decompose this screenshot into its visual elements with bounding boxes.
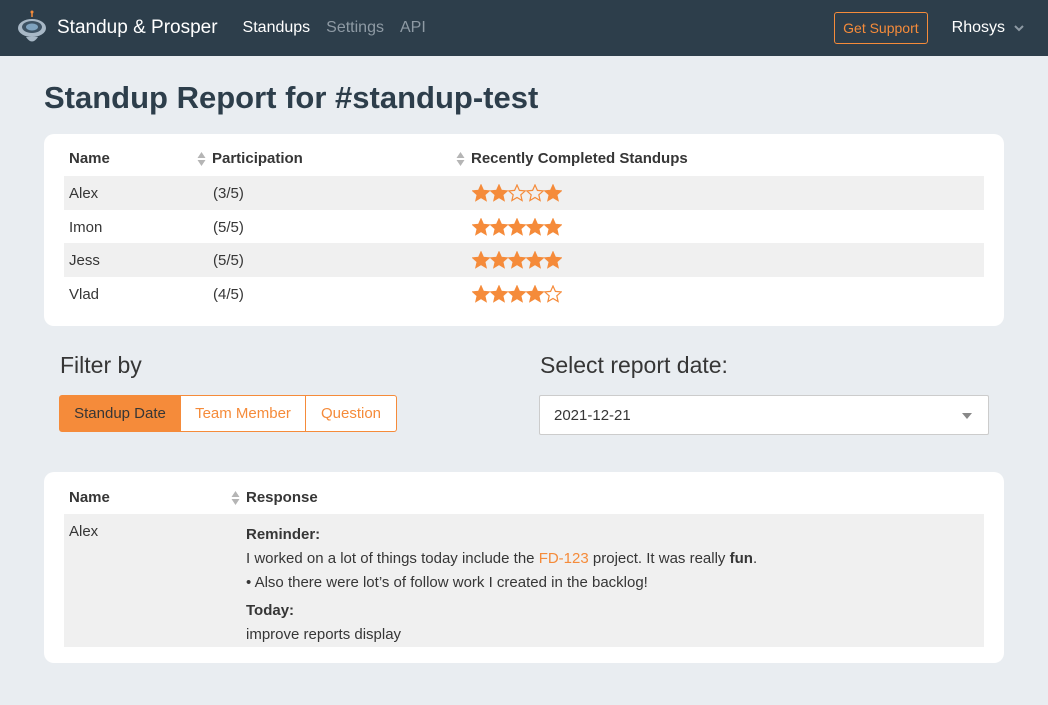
nav-settings[interactable]: Settings <box>326 19 384 37</box>
answer-text: improve reports display <box>246 626 402 643</box>
page-title: Standup Report for #standup-test <box>44 80 539 115</box>
star-filled-icon <box>544 184 562 202</box>
star-filled-icon <box>526 218 544 236</box>
ticket-link[interactable]: FD-123 <box>539 550 589 567</box>
robot-logo-icon <box>18 10 46 42</box>
header-label: Name <box>69 489 110 506</box>
column-header-response[interactable]: Response <box>231 489 318 506</box>
participation-value: (5/5) <box>213 219 244 236</box>
table-row: Vlad (4/5) <box>64 277 984 311</box>
answer-bullet: • Also there were lot’s of follow work I… <box>246 574 648 591</box>
star-filled-icon <box>526 285 544 303</box>
table-row: Imon (5/5) <box>64 210 984 244</box>
star-rating <box>472 285 562 303</box>
response-content: Reminder: I worked on a lot of things to… <box>246 523 757 647</box>
filter-by-label: Filter by <box>60 352 142 378</box>
star-filled-icon <box>544 251 562 269</box>
column-header-name[interactable]: Name <box>69 150 110 167</box>
star-filled-icon <box>472 218 490 236</box>
column-header-recent-standups[interactable]: Recently Completed Standups <box>456 150 688 167</box>
table-row: Jess (5/5) <box>64 243 984 277</box>
member-name: Alex <box>69 185 99 202</box>
answer-text-part: I worked on a lot of things today includ… <box>246 550 539 567</box>
get-support-button[interactable]: Get Support <box>834 12 928 44</box>
sort-icon <box>231 490 240 505</box>
star-rating <box>472 218 562 236</box>
user-name: Rhosys <box>951 19 1005 36</box>
star-filled-icon <box>508 251 526 269</box>
star-filled-icon <box>490 218 508 236</box>
star-filled-icon <box>544 218 562 236</box>
star-filled-icon <box>526 251 544 269</box>
table-row: Alex Reminder: I worked on a lot of thin… <box>64 514 984 647</box>
star-filled-icon <box>508 285 526 303</box>
brand[interactable]: Standup & Prosper <box>16 10 218 46</box>
star-filled-icon <box>472 251 490 269</box>
star-empty-icon <box>526 184 544 202</box>
filter-button-group: Standup Date Team Member Question <box>59 395 397 432</box>
star-empty-icon <box>508 184 526 202</box>
responses-card: Name Response Alex Reminder: I worked on… <box>44 472 1004 663</box>
filter-question-button[interactable]: Question <box>306 395 397 432</box>
member-name: Jess <box>69 252 100 269</box>
header-label: Participation <box>212 150 303 167</box>
star-filled-icon <box>490 251 508 269</box>
star-filled-icon <box>508 218 526 236</box>
star-rating <box>472 184 562 202</box>
user-menu[interactable]: Rhosys <box>952 19 1024 37</box>
header-label: Response <box>246 489 318 506</box>
brand-name: Standup & Prosper <box>57 17 218 38</box>
header-label: Name <box>69 150 110 167</box>
report-date-value: 2021-12-21 <box>554 406 631 424</box>
column-header-participation[interactable]: Participation <box>197 150 303 167</box>
member-name: Alex <box>69 523 99 540</box>
question-label: Today: <box>246 602 295 619</box>
participation-value: (3/5) <box>213 185 244 202</box>
table-row: Alex (3/5) <box>64 176 984 210</box>
column-header-name[interactable]: Name <box>69 489 110 506</box>
participation-value: (5/5) <box>213 252 244 269</box>
member-name: Imon <box>69 219 103 236</box>
member-name: Vlad <box>69 286 100 303</box>
bold-text: fun <box>729 550 753 567</box>
top-navbar: Standup & Prosper Standups Settings API … <box>0 0 1048 56</box>
star-rating <box>472 251 562 269</box>
sort-icon <box>197 151 206 166</box>
star-filled-icon <box>472 184 490 202</box>
answer-text-part: project. It was really <box>588 550 730 567</box>
nav-standups[interactable]: Standups <box>243 19 311 37</box>
participation-value: (4/5) <box>213 286 244 303</box>
question-label: Reminder: <box>246 526 321 543</box>
answer-text: I worked on a lot of things today includ… <box>246 547 757 571</box>
sort-icon <box>456 151 465 166</box>
star-empty-icon <box>544 285 562 303</box>
nav-api[interactable]: API <box>400 19 426 37</box>
filter-standup-date-button[interactable]: Standup Date <box>59 395 181 432</box>
filter-team-member-button[interactable]: Team Member <box>181 395 306 432</box>
participation-card: Name Participation Recently Completed St… <box>44 134 1004 326</box>
caret-down-icon <box>962 413 972 419</box>
chevron-down-icon <box>1014 25 1024 32</box>
star-filled-icon <box>490 285 508 303</box>
report-date-label: Select report date: <box>540 352 728 378</box>
star-filled-icon <box>490 184 508 202</box>
header-label: Recently Completed Standups <box>471 150 688 167</box>
answer-text-part: . <box>752 550 758 567</box>
star-filled-icon <box>472 285 490 303</box>
report-date-select[interactable]: 2021-12-21 <box>539 395 989 435</box>
